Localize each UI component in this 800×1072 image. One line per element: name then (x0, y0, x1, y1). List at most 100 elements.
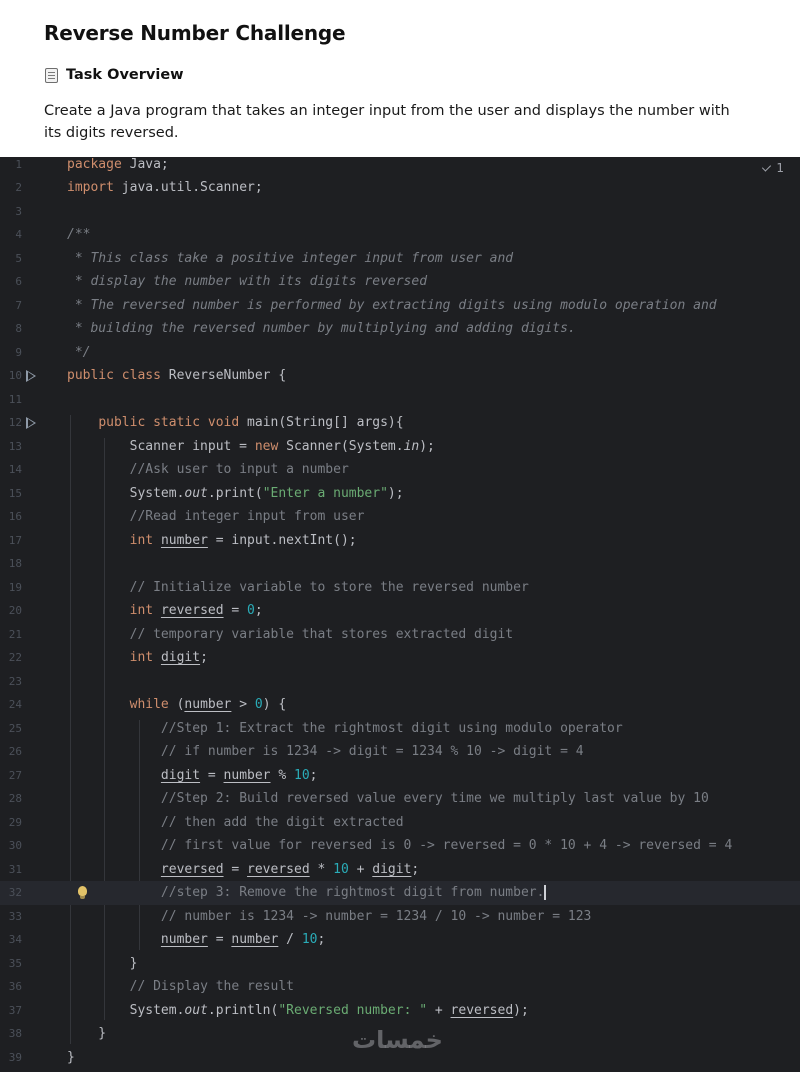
code-text: package Java; (67, 157, 169, 172)
line-number[interactable]: 23 (0, 670, 22, 694)
line-number[interactable]: 32 (0, 881, 22, 905)
line-number[interactable]: 36 (0, 975, 22, 999)
line-number[interactable]: 7 (0, 294, 22, 318)
code-text: int number = input.nextInt(); (129, 532, 357, 548)
line-number[interactable]: 24 (0, 693, 22, 717)
code-line-4[interactable]: 4 /** (0, 223, 800, 247)
line-number[interactable]: 17 (0, 529, 22, 553)
code-line-30[interactable]: 30 // first value for reversed is 0 -> r… (0, 834, 800, 858)
line-number[interactable]: 30 (0, 834, 22, 858)
line-number[interactable]: 11 (0, 388, 22, 412)
watermark: خمسات (352, 1026, 443, 1054)
code-line-35[interactable]: 35 } (0, 952, 800, 976)
line-number[interactable]: 9 (0, 341, 22, 365)
code-text: // Initialize variable to store the reve… (129, 579, 529, 595)
code-line-34[interactable]: 34 number = number / 10; (0, 928, 800, 952)
line-number[interactable]: 8 (0, 317, 22, 341)
code-text: digit = number % 10; (160, 767, 318, 783)
code-line-12[interactable]: 12 public static void main(String[] args… (0, 411, 800, 435)
run-gutter-icon[interactable] (26, 417, 36, 429)
line-number[interactable]: 1 (0, 157, 22, 177)
line-number[interactable]: 26 (0, 740, 22, 764)
code-text: System.out.print("Enter a number"); (67, 485, 404, 501)
code-line-32[interactable]: 32 //step 3: Remove the rightmost digit … (0, 881, 800, 905)
code-line-17[interactable]: 17 int number = input.nextInt(); (0, 529, 800, 553)
line-number[interactable]: 20 (0, 599, 22, 623)
line-number[interactable]: 37 (0, 999, 22, 1023)
code-line-33[interactable]: 33 // number is 1234 -> number = 1234 / … (0, 905, 800, 929)
line-number[interactable]: 5 (0, 247, 22, 271)
line-number[interactable]: 29 (0, 811, 22, 835)
code-text: * display the number with its digits rev… (67, 274, 428, 289)
code-line-36[interactable]: 36 // Display the result (0, 975, 800, 999)
line-number[interactable]: 31 (0, 858, 22, 882)
line-number[interactable]: 16 (0, 505, 22, 529)
task-description: Create a Java program that takes an inte… (44, 103, 730, 141)
code-line-24[interactable]: 24 while (number > 0) { (0, 693, 800, 717)
line-number[interactable]: 12 (0, 411, 22, 435)
line-number[interactable]: 22 (0, 646, 22, 670)
line-number[interactable]: 19 (0, 576, 22, 600)
code-text: * The reversed number is performed by ex… (67, 297, 717, 313)
code-line-28[interactable]: 28 //Step 2: Build reversed value every … (0, 787, 800, 811)
code-line-1[interactable]: 1 package Java; (0, 157, 800, 176)
line-number[interactable]: 3 (0, 200, 22, 224)
line-number[interactable]: 34 (0, 928, 22, 952)
code-line-20[interactable]: 20 int reversed = 0; (0, 599, 800, 623)
line-number[interactable]: 27 (0, 764, 22, 788)
code-line-9[interactable]: 9 */ (0, 341, 800, 365)
code-line-16[interactable]: 16 //Read integer input from user (0, 505, 800, 529)
code-text: reversed = reversed * 10 + digit; (160, 861, 420, 877)
line-number[interactable]: 2 (0, 176, 22, 200)
code-text: number = number / 10; (160, 932, 326, 947)
line-number[interactable]: 25 (0, 717, 22, 741)
text-caret (544, 885, 547, 900)
code-line-26[interactable]: 26 // if number is 1234 -> digit = 1234 … (0, 740, 800, 764)
code-line-6[interactable]: 6 * display the number with its digits r… (0, 270, 800, 294)
line-number[interactable]: 39 (0, 1046, 22, 1070)
line-number[interactable]: 28 (0, 787, 22, 811)
code-text: //Step 1: Extract the rightmost digit us… (160, 720, 623, 736)
code-editor[interactable]: 1 package Java; 2 import java.util.Scanner;… (0, 157, 800, 1072)
code-line-2[interactable]: 2 import java.util.Scanner; (0, 176, 800, 200)
line-number[interactable]: 6 (0, 270, 22, 294)
code-line-37[interactable]: 37 System.out.println("Reversed number: … (0, 999, 800, 1023)
code-text: public class ReverseNumber { (67, 368, 287, 383)
code-line-22[interactable]: 22 int digit; (0, 646, 800, 670)
inspection-count: 1 (776, 161, 784, 175)
code-text: int digit; (129, 650, 208, 665)
code-line-29[interactable]: 29 // then add the digit extracted (0, 811, 800, 835)
line-number[interactable]: 10 (0, 364, 22, 388)
code-line-10[interactable]: 10 public class ReverseNumber { (0, 364, 800, 388)
line-number[interactable]: 13 (0, 435, 22, 459)
code-text: * This class take a positive integer inp… (67, 250, 514, 266)
line-number[interactable]: 35 (0, 952, 22, 976)
code-text: Scanner input = new Scanner(System.in); (67, 438, 435, 454)
code-line-25[interactable]: 25 //Step 1: Extract the rightmost digit… (0, 717, 800, 741)
line-number[interactable]: 33 (0, 905, 22, 929)
code-line-3[interactable]: 3 (0, 200, 800, 224)
code-line-31[interactable]: 31 reversed = reversed * 10 + digit; (0, 858, 800, 882)
inspection-widget[interactable]: 1 (763, 161, 784, 175)
code-line-15[interactable]: 15 System.out.print("Enter a number"); (0, 482, 800, 506)
code-text: } (67, 1049, 75, 1065)
code-line-13[interactable]: 13 Scanner input = new Scanner(System.in… (0, 435, 800, 459)
code-line-23[interactable]: 23 (0, 670, 800, 694)
line-number[interactable]: 38 (0, 1022, 22, 1046)
code-line-27[interactable]: 27 digit = number % 10; (0, 764, 800, 788)
code-line-7[interactable]: 7 * The reversed number is performed by … (0, 294, 800, 318)
code-line-5[interactable]: 5 * This class take a positive integer i… (0, 247, 800, 271)
line-number[interactable]: 14 (0, 458, 22, 482)
code-text: } (67, 955, 138, 971)
code-line-21[interactable]: 21 // temporary variable that stores ext… (0, 623, 800, 647)
code-line-14[interactable]: 14 //Ask user to input a number (0, 458, 800, 482)
code-line-18[interactable]: 18 (0, 552, 800, 576)
code-line-8[interactable]: 8 * building the reversed number by mult… (0, 317, 800, 341)
line-number[interactable]: 18 (0, 552, 22, 576)
line-number[interactable]: 21 (0, 623, 22, 647)
line-number[interactable]: 4 (0, 223, 22, 247)
code-line-11[interactable]: 11 (0, 388, 800, 412)
code-line-19[interactable]: 19 // Initialize variable to store the r… (0, 576, 800, 600)
line-number[interactable]: 15 (0, 482, 22, 506)
run-gutter-icon[interactable] (26, 370, 36, 382)
